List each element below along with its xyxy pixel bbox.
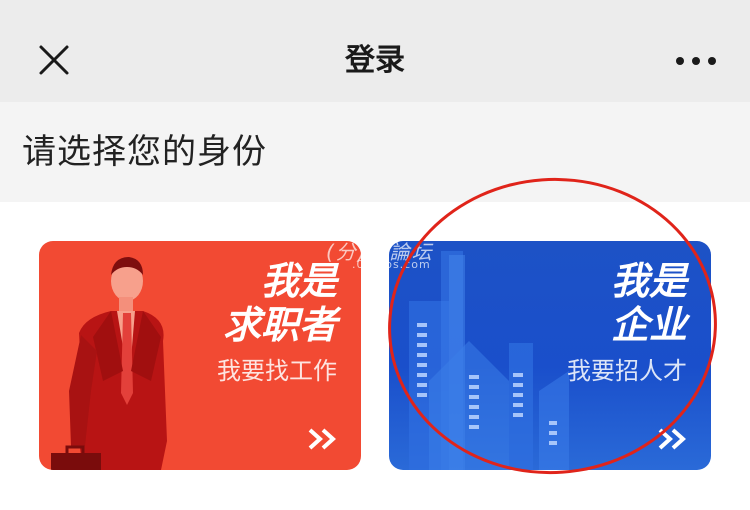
section-header: 请选择您的身份: [0, 102, 750, 202]
more-horizontal-icon[interactable]: [674, 48, 718, 74]
card-title: 我是 企业: [610, 259, 687, 347]
card-subtitle: 我要招人才: [567, 357, 687, 385]
section-title: 请选择您的身份: [22, 132, 267, 172]
company-card[interactable]: 我是 企业 我要招人才: [389, 241, 711, 470]
card-subtitle: 我要找工作: [217, 357, 337, 385]
job-seeker-card[interactable]: 我是 求职者 我要找工作: [39, 241, 361, 470]
double-chevron-right-icon: [308, 428, 336, 450]
close-icon[interactable]: [34, 40, 74, 80]
navigation-bar: [0, 0, 750, 102]
card-title: 我是 求职者: [222, 259, 337, 347]
double-chevron-right-icon: [658, 428, 686, 450]
